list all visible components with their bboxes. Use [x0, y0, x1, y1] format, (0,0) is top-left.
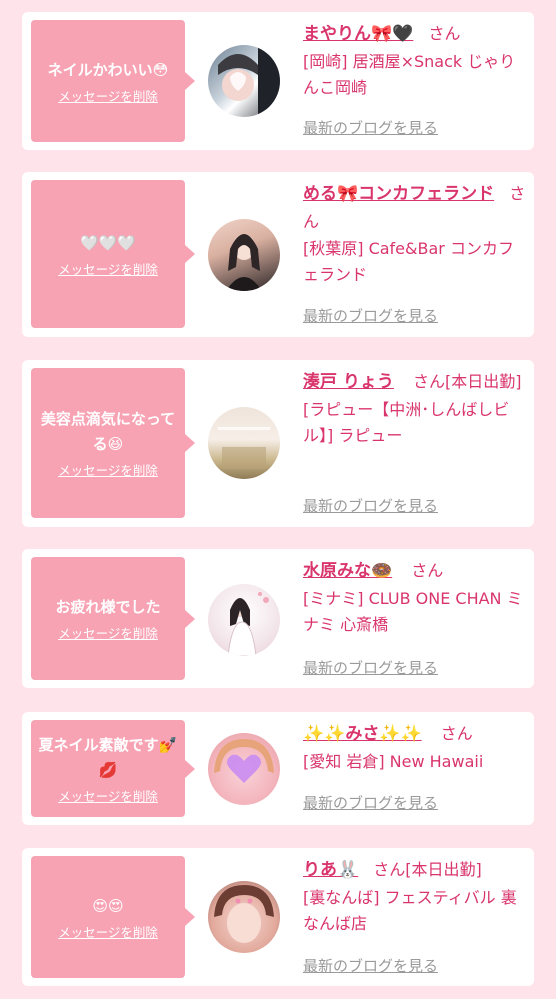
sender-name-link[interactable]: ✨✨みさ✨✨ — [303, 724, 422, 744]
avatar[interactable] — [208, 881, 280, 953]
sender-name-link[interactable]: りあ🐰 — [303, 860, 358, 880]
message-text: 😍😍 — [92, 896, 124, 915]
avatar-photo-icon — [226, 234, 262, 291]
avatar-photo-icon — [214, 739, 274, 783]
sender-name-link[interactable]: 水原みな🍩 — [303, 561, 392, 581]
delete-message-link[interactable]: メッセージを削除 — [58, 925, 158, 941]
message-text: お疲れ様でした — [55, 598, 161, 616]
latest-blog-link[interactable]: 最新のブログを見る — [303, 117, 438, 138]
sender-info: まやりん🎀🖤 さん [岡崎] 居酒屋×Snack じゃりんこ岡崎 — [303, 20, 527, 101]
message-bubble: 夏ネイル素敵です💅💋 メッセージを削除 — [31, 720, 195, 817]
message-bubble: 😍😍 メッセージを削除 — [31, 856, 195, 978]
message-card: お疲れ様でした メッセージを削除 水原みな🍩 さん [ミナミ] CLUB ONE… — [22, 549, 534, 688]
sender-shop: [秋葉原] Cafe&Bar コンカフェランド — [303, 239, 514, 284]
avatar[interactable] — [208, 45, 280, 117]
avatar[interactable] — [208, 584, 280, 656]
sender-info: りあ🐰 さん[本日出勤] [裏なんば] フェスティバル 裏なんば店 — [303, 856, 527, 937]
message-card: ネイルかわいい😳 メッセージを削除 まやりん🎀🖤 さん [岡崎] 居酒屋×Sna… — [22, 12, 534, 150]
message-bubble: 美容点滴気になってる😆 メッセージを削除 — [31, 368, 195, 518]
latest-blog-link[interactable]: 最新のブログを見る — [303, 792, 438, 813]
message-bubble: お疲れ様でした メッセージを削除 — [31, 557, 195, 680]
sender-suffix: さん — [411, 561, 444, 580]
latest-blog-link[interactable]: 最新のブログを見る — [303, 955, 438, 976]
sender-info: ✨✨みさ✨✨ さん [愛知 岩倉] New Hawaii — [303, 720, 527, 775]
message-text: 美容点滴気になってる😆 — [40, 410, 176, 453]
message-card: 夏ネイル素敵です💅💋 メッセージを削除 ✨✨みさ✨✨ さん [愛知 岩倉] Ne… — [22, 712, 534, 825]
avatar[interactable] — [208, 733, 280, 805]
sender-suffix: さん — [428, 24, 461, 43]
sender-suffix: さん[本日出勤] — [413, 372, 522, 391]
avatar[interactable] — [208, 407, 280, 479]
sender-name-link[interactable]: める🎀コンカフェランド — [303, 184, 494, 204]
message-text: 夏ネイル素敵です💅💋 — [38, 735, 178, 779]
delete-message-link[interactable]: メッセージを削除 — [58, 463, 158, 479]
avatar-photo-icon — [218, 45, 280, 117]
avatar[interactable] — [208, 219, 280, 291]
sender-shop: [岡崎] 居酒屋×Snack じゃりんこ岡崎 — [303, 52, 516, 97]
avatar-photo-icon — [218, 427, 270, 469]
message-card: 😍😍 メッセージを削除 りあ🐰 さん[本日出勤] [裏なんば] フェスティバル … — [22, 848, 534, 986]
sender-shop: [愛知 岩倉] New Hawaii — [303, 752, 484, 771]
delete-message-link[interactable]: メッセージを削除 — [58, 789, 158, 805]
message-bubble: ネイルかわいい😳 メッセージを削除 — [31, 20, 195, 142]
latest-blog-link[interactable]: 最新のブログを見る — [303, 657, 438, 678]
sender-shop: [裏なんば] フェスティバル 裏なんば店 — [303, 888, 517, 933]
message-card: 🤍🤍🤍 メッセージを削除 める🎀コンカフェランド さん [秋葉原] Cafe&B… — [22, 172, 534, 337]
latest-blog-link[interactable]: 最新のブログを見る — [303, 305, 438, 326]
sender-suffix: さん — [440, 724, 473, 743]
latest-blog-link[interactable]: 最新のブログを見る — [303, 495, 438, 516]
sender-info: める🎀コンカフェランド さん [秋葉原] Cafe&Bar コンカフェランド — [303, 180, 527, 288]
message-text: ネイルかわいい😳 — [47, 60, 169, 79]
sender-name-link[interactable]: まやりん🎀🖤 — [303, 24, 413, 44]
sender-suffix: さん[本日出勤] — [373, 860, 482, 879]
message-bubble: 🤍🤍🤍 メッセージを削除 — [31, 180, 195, 328]
avatar-photo-icon — [227, 592, 269, 656]
delete-message-link[interactable]: メッセージを削除 — [58, 626, 158, 642]
sender-name-link[interactable]: 湊戸 りょう — [303, 372, 394, 392]
sender-info: 水原みな🍩 さん [ミナミ] CLUB ONE CHAN ミナミ 心斎橋 — [303, 557, 527, 638]
message-card: 美容点滴気になってる😆 メッセージを削除 湊戸 りょう さん[本日出勤] [ラピ… — [22, 360, 534, 527]
avatar-photo-icon — [214, 885, 274, 943]
delete-message-link[interactable]: メッセージを削除 — [58, 89, 158, 105]
delete-message-link[interactable]: メッセージを削除 — [58, 262, 158, 278]
sender-shop: [ラピュー【中洲･しんばしビル】] ラピュー — [303, 400, 510, 445]
sender-shop: [ミナミ] CLUB ONE CHAN ミナミ 心斎橋 — [303, 589, 523, 634]
sender-info: 湊戸 りょう さん[本日出勤] [ラピュー【中洲･しんばしビル】] ラピュー — [303, 368, 527, 449]
message-text: 🤍🤍🤍 — [79, 233, 137, 252]
